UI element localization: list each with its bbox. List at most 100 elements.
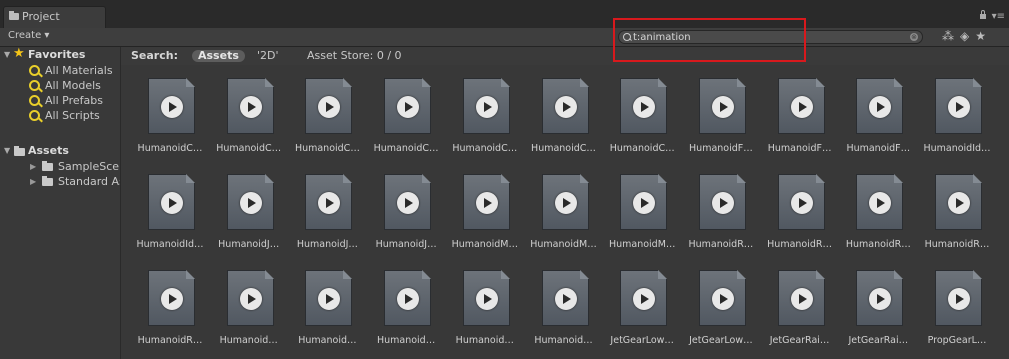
expand-arrow-icon[interactable]: ▼ (4, 143, 10, 159)
animation-clip-thumbnail (305, 270, 353, 326)
clear-search-icon[interactable]: ⊗ (910, 33, 918, 41)
play-icon (239, 288, 262, 310)
animation-clip-thumbnail (620, 78, 668, 134)
asset-tile[interactable]: HumanoidJ… (288, 161, 366, 257)
animation-clip-thumbnail (384, 174, 432, 230)
scope-asset-store-button[interactable]: Asset Store: 0 / 0 (307, 47, 402, 65)
animation-clip-thumbnail (226, 270, 274, 326)
favorite-label: All Prefabs (45, 94, 103, 107)
animation-clip-thumbnail (856, 78, 904, 134)
collapse-arrow-icon[interactable]: ▶ (30, 174, 36, 189)
asset-name: HumanoidC… (294, 143, 360, 154)
play-icon (711, 96, 734, 118)
asset-tile[interactable]: HumanoidId… (918, 65, 996, 161)
collapse-arrow-icon[interactable]: ▶ (30, 159, 36, 174)
asset-tile[interactable]: PropGearL… (918, 257, 996, 353)
search-icon (29, 95, 40, 106)
play-icon (790, 192, 813, 214)
folder-samplescenes[interactable]: ▶ SampleScenes (0, 159, 120, 174)
asset-tile[interactable]: HumanoidM… (525, 161, 603, 257)
scope-2d-button[interactable]: '2D' (257, 47, 279, 65)
play-icon (633, 96, 656, 118)
expand-arrow-icon[interactable]: ▼ (4, 47, 10, 63)
window-controls: ▾≡ (979, 10, 1005, 22)
search-input[interactable] (633, 30, 903, 44)
asset-tile[interactable]: HumanoidF… (839, 65, 917, 161)
asset-name: HumanoidF… (689, 143, 753, 154)
asset-name: HumanoidC… (452, 143, 518, 154)
asset-tile[interactable]: HumanoidC… (131, 65, 209, 161)
asset-tile[interactable]: HumanoidC… (210, 65, 288, 161)
favorites-header[interactable]: ▼ ★ Favorites (0, 47, 120, 63)
toolbar: Create ▾ ⊗ ⁂◈★ (0, 28, 1009, 47)
asset-name: HumanoidF… (846, 143, 911, 154)
asset-name: HumanoidM… (451, 239, 519, 250)
asset-tile[interactable]: HumanoidR… (131, 257, 209, 353)
sidebar: ▼ ★ Favorites All Materials All Models A… (0, 47, 121, 359)
asset-tile[interactable]: HumanoidR… (918, 161, 996, 257)
asset-name: Humanoid… (376, 335, 436, 346)
filter-by-type-icon[interactable]: ⁂ (942, 29, 960, 43)
asset-tile[interactable]: Humanoid… (210, 257, 288, 353)
favorite-all-prefabs[interactable]: All Prefabs (0, 93, 120, 108)
asset-name: HumanoidF… (767, 143, 832, 154)
play-icon (318, 192, 341, 214)
search-icon (29, 80, 40, 91)
play-icon (554, 288, 577, 310)
asset-tile[interactable]: Humanoid… (525, 257, 603, 353)
asset-tile[interactable]: Humanoid… (288, 257, 366, 353)
create-dropdown[interactable]: Create ▾ (8, 30, 49, 41)
asset-tile[interactable]: HumanoidR… (839, 161, 917, 257)
asset-tile[interactable]: HumanoidF… (682, 65, 760, 161)
asset-tile[interactable]: HumanoidM… (603, 161, 681, 257)
asset-tile[interactable]: Humanoid… (446, 257, 524, 353)
animation-clip-thumbnail (620, 174, 668, 230)
asset-name: HumanoidId… (923, 143, 991, 154)
asset-tile[interactable]: HumanoidM… (446, 161, 524, 257)
play-icon (711, 192, 734, 214)
scope-assets-button[interactable]: Assets (192, 50, 245, 62)
asset-name: JetGearRai… (848, 335, 909, 346)
tab-project[interactable]: Project (3, 6, 106, 28)
asset-tile[interactable]: HumanoidJ… (210, 161, 288, 257)
asset-name: HumanoidC… (216, 143, 282, 154)
favorite-all-scripts[interactable]: All Scripts (0, 108, 120, 123)
asset-tile[interactable]: HumanoidId… (131, 161, 209, 257)
asset-name: HumanoidM… (530, 239, 597, 250)
asset-tile[interactable]: Humanoid… (367, 257, 445, 353)
asset-tile[interactable]: JetGearRai… (761, 257, 839, 353)
asset-tile[interactable]: HumanoidR… (761, 161, 839, 257)
asset-tile[interactable]: HumanoidC… (525, 65, 603, 161)
window-menu-icon[interactable]: ▾≡ (992, 11, 1005, 22)
asset-tile[interactable]: JetGearLow… (603, 257, 681, 353)
assets-header[interactable]: ▼ Assets (0, 143, 120, 159)
folder-label: SampleScenes (58, 160, 120, 173)
favorite-star-icon[interactable]: ★ (975, 29, 992, 43)
asset-tile[interactable]: HumanoidC… (288, 65, 366, 161)
favorite-all-materials[interactable]: All Materials (0, 63, 120, 78)
search-scope-bar: Search: Assets '2D' Asset Store: 0 / 0 (121, 47, 1009, 65)
folder-label: Standard Assets (58, 175, 120, 188)
filter-by-label-icon[interactable]: ◈ (960, 29, 975, 43)
asset-tile[interactable]: HumanoidC… (603, 65, 681, 161)
play-icon (711, 288, 734, 310)
animation-clip-thumbnail (935, 270, 982, 326)
search-field[interactable]: ⊗ (618, 30, 923, 44)
animation-clip-thumbnail (935, 174, 982, 230)
favorite-all-models[interactable]: All Models (0, 78, 120, 93)
asset-tile[interactable]: HumanoidR… (682, 161, 760, 257)
asset-tile[interactable]: HumanoidC… (446, 65, 524, 161)
asset-tile[interactable]: JetGearLow… (682, 257, 760, 353)
folder-icon (42, 176, 53, 186)
assets-label: Assets (28, 144, 69, 157)
asset-tile[interactable]: JetGearRai… (839, 257, 917, 353)
play-icon (161, 288, 183, 310)
asset-name: HumanoidC… (137, 143, 203, 154)
asset-tile[interactable]: HumanoidF… (761, 65, 839, 161)
asset-tile[interactable]: HumanoidC… (367, 65, 445, 161)
asset-tile[interactable]: HumanoidJ… (367, 161, 445, 257)
play-icon (554, 192, 577, 214)
animation-clip-thumbnail (226, 78, 274, 134)
folder-standard-assets[interactable]: ▶ Standard Assets (0, 174, 120, 189)
lock-icon[interactable] (979, 10, 986, 19)
